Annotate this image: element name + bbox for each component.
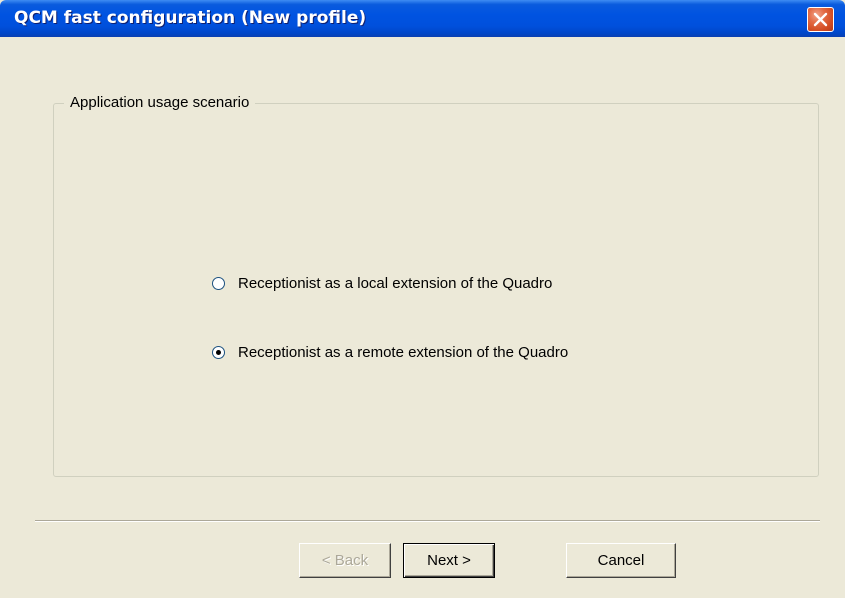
window-title: QCM fast configuration (New profile): [14, 8, 367, 28]
dialog-window: QCM fast configuration (New profile) App…: [0, 0, 845, 598]
option-local-extension-label: Receptionist as a local extension of the…: [238, 275, 553, 292]
radio-selected-dot: [216, 350, 221, 355]
title-bar[interactable]: QCM fast configuration (New profile): [0, 0, 845, 37]
next-button[interactable]: Next >: [403, 543, 495, 578]
cancel-button[interactable]: Cancel: [566, 543, 676, 578]
option-local-extension[interactable]: Receptionist as a local extension of the…: [212, 275, 552, 292]
close-button[interactable]: [807, 7, 834, 32]
radio-local-extension[interactable]: [212, 277, 225, 290]
groupbox-label: Application usage scenario: [64, 94, 256, 112]
close-icon: [813, 12, 828, 27]
option-remote-extension[interactable]: Receptionist as a remote extension of th…: [212, 344, 568, 361]
back-button[interactable]: < Back: [299, 543, 391, 578]
radio-remote-extension[interactable]: [212, 346, 225, 359]
separator: [35, 520, 820, 522]
option-remote-extension-label: Receptionist as a remote extension of th…: [238, 344, 569, 361]
